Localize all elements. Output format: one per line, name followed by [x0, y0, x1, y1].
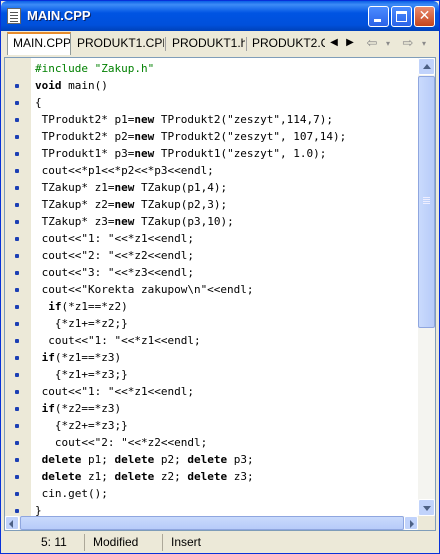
breakpoint-marker[interactable]	[15, 237, 19, 241]
code-line[interactable]: if(*z2==*z3)	[35, 400, 121, 417]
breakpoint-marker[interactable]	[15, 254, 19, 258]
document-icon	[7, 8, 21, 24]
cursor-position: 5: 11	[5, 534, 85, 551]
breakpoint-marker[interactable]	[15, 424, 19, 428]
breakpoint-marker[interactable]	[15, 407, 19, 411]
vertical-scroll-thumb[interactable]	[418, 76, 435, 328]
modified-indicator: Modified	[87, 534, 163, 551]
code-line[interactable]: TProdukt1* p3=new TProdukt1("zeszyt", 1.…	[35, 145, 327, 162]
line-gutter	[5, 58, 31, 518]
code-line[interactable]: TProdukt2* p2=new TProdukt2("zeszyt", 10…	[35, 128, 347, 145]
code-line[interactable]: delete z1; delete z2; delete z3;	[35, 468, 254, 485]
scroll-right-button[interactable]	[404, 516, 418, 530]
breakpoint-marker[interactable]	[15, 220, 19, 224]
breakpoint-marker[interactable]	[15, 84, 19, 88]
code-line[interactable]: void main()	[35, 77, 108, 94]
breakpoint-marker[interactable]	[15, 356, 19, 360]
breakpoint-marker[interactable]	[15, 169, 19, 173]
breakpoint-marker[interactable]	[15, 475, 19, 479]
tab-separator	[165, 37, 166, 51]
maximize-button[interactable]	[391, 6, 412, 27]
code-line[interactable]: cout<<"Korekta zakupow\n"<<endl;	[35, 281, 254, 298]
breakpoint-marker[interactable]	[15, 509, 19, 513]
code-line[interactable]: if(*z1==*z2)	[35, 298, 127, 315]
code-line[interactable]: {*z2+=*z3;}	[35, 417, 128, 434]
code-line[interactable]: cout<<*p1<<*p2<<*p3<<endl;	[35, 162, 214, 179]
title-bar[interactable]: MAIN.CPP ✕	[1, 1, 439, 31]
code-line[interactable]: TZakup* z3=new TZakup(p3,10);	[35, 213, 234, 230]
status-bar: 5: 11 Modified Insert	[3, 533, 437, 552]
breakpoint-marker[interactable]	[15, 339, 19, 343]
scroll-up-button[interactable]	[418, 58, 435, 75]
breakpoint-marker[interactable]	[15, 441, 19, 445]
breakpoint-marker[interactable]	[15, 322, 19, 326]
breakpoint-marker[interactable]	[15, 373, 19, 377]
horizontal-scrollbar[interactable]	[5, 516, 418, 530]
breakpoint-marker[interactable]	[15, 118, 19, 122]
breakpoint-marker[interactable]	[15, 203, 19, 207]
code-line[interactable]: cout<<"2: "<<*z2<<endl;	[35, 247, 194, 264]
code-line[interactable]: cout<<"1: "<<*z1<<endl;	[35, 332, 200, 349]
breakpoint-marker[interactable]	[15, 390, 19, 394]
vertical-scrollbar[interactable]	[418, 58, 435, 516]
scrollbar-corner	[418, 516, 435, 530]
code-line[interactable]: {	[35, 94, 42, 111]
editor-window: MAIN.CPP ✕ MAIN.CPP PRODUKT1.CPP PRODUKT…	[0, 0, 440, 554]
code-line[interactable]: delete p1; delete p2; delete p3;	[35, 451, 254, 468]
chevron-down-icon[interactable]: ▾	[379, 35, 397, 52]
tab-produkt2-cpp[interactable]: PRODUKT2.CPP	[247, 34, 325, 54]
close-icon: ✕	[418, 8, 431, 24]
horizontal-scroll-thumb[interactable]	[20, 516, 404, 530]
code-area[interactable]: #include "Zakup.h" void main(){ TProdukt2…	[35, 60, 415, 518]
code-line[interactable]: TProdukt2* p1=new TProdukt2("zeszyt",114…	[35, 111, 333, 128]
scroll-down-button[interactable]	[418, 499, 435, 516]
breakpoint-marker[interactable]	[15, 101, 19, 105]
code-line[interactable]: TZakup* z1=new TZakup(p1,4);	[35, 179, 227, 196]
code-line[interactable]: cout<<"1: "<<*z1<<endl;	[35, 383, 194, 400]
tab-main-cpp[interactable]: MAIN.CPP	[7, 32, 71, 55]
breakpoint-marker[interactable]	[15, 288, 19, 292]
insert-mode-indicator: Insert	[171, 535, 202, 549]
code-line[interactable]: #include "Zakup.h"	[35, 60, 154, 77]
tab-produkt1-cpp[interactable]: PRODUKT1.CPP	[72, 34, 164, 54]
scroll-left-button[interactable]	[5, 516, 19, 530]
minimize-button[interactable]	[368, 6, 389, 27]
breakpoint-marker[interactable]	[15, 305, 19, 309]
code-editor[interactable]: #include "Zakup.h" void main(){ TProdukt2…	[4, 57, 436, 531]
code-line[interactable]: cout<<"1: "<<*z1<<endl;	[35, 230, 194, 247]
breakpoint-marker[interactable]	[15, 492, 19, 496]
code-line[interactable]: cout<<"2: "<<*z2<<endl;	[35, 434, 207, 451]
triangle-left-icon[interactable]: ◀	[327, 34, 341, 52]
code-line[interactable]: {*z1+=*z3;}	[35, 366, 128, 383]
window-title: MAIN.CPP	[27, 8, 91, 23]
breakpoint-marker[interactable]	[15, 186, 19, 190]
close-button[interactable]: ✕	[414, 6, 435, 27]
file-tab-bar: MAIN.CPP PRODUKT1.CPP PRODUKT1.h PRODUKT…	[3, 32, 437, 55]
tab-produkt1-h[interactable]: PRODUKT1.h	[167, 34, 245, 54]
breakpoint-marker[interactable]	[15, 271, 19, 275]
chevron-down-icon[interactable]: ▾	[415, 35, 433, 52]
code-line[interactable]: {*z1+=*z2;}	[35, 315, 128, 332]
code-line[interactable]: cin.get();	[35, 485, 108, 502]
code-line[interactable]: TZakup* z2=new TZakup(p2,3);	[35, 196, 227, 213]
triangle-right-icon[interactable]: ▶	[343, 34, 357, 52]
code-line[interactable]: if(*z1==*z3)	[35, 349, 121, 366]
breakpoint-marker[interactable]	[15, 458, 19, 462]
breakpoint-marker[interactable]	[15, 135, 19, 139]
code-line[interactable]: cout<<"3: "<<*z3<<endl;	[35, 264, 194, 281]
breakpoint-marker[interactable]	[15, 152, 19, 156]
